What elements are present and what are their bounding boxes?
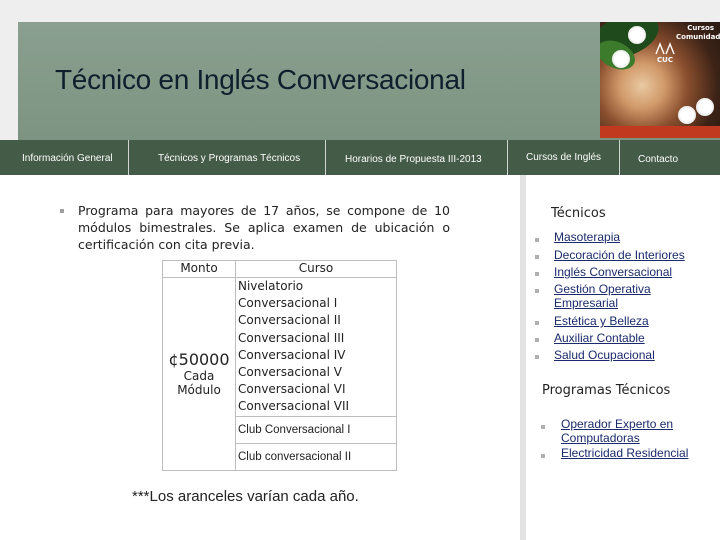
fees-table: Monto Curso ¢50000 Cada Módulo Nivelator… — [162, 260, 397, 471]
column-header-curso: Curso — [235, 260, 397, 278]
sidebar-link-auxiliar[interactable]: Auxiliar Contable — [554, 331, 719, 346]
program-description: Programa para mayores de 17 años, se com… — [60, 202, 450, 253]
nav-divider — [325, 140, 326, 175]
sidebar-separator — [520, 175, 526, 540]
price-amount: ¢50000 — [168, 349, 230, 369]
nav-contacto[interactable]: Contacto — [638, 154, 678, 165]
club-cell: Club Conversacional I — [235, 415, 397, 444]
program-description-text: Programa para mayores de 17 años, se com… — [78, 203, 450, 252]
nav-informacion-general[interactable]: Información General — [22, 153, 113, 164]
nav-divider — [619, 140, 620, 175]
photo-caption: Cursos Comunidad — [676, 24, 720, 42]
price-cell: ¢50000 Cada Módulo — [162, 277, 236, 471]
nav-tecnicos[interactable]: Técnicos y Programas Técnicos — [158, 153, 300, 164]
nav-divider — [507, 140, 508, 175]
sidebar-link-electricidad[interactable]: Electricidad Residencial — [561, 446, 716, 461]
bullet — [535, 238, 539, 242]
price-note-line-2: Módulo — [177, 382, 221, 397]
page-title: Técnico en Inglés Conversacional — [55, 64, 466, 95]
course-item: Nivelatorio — [238, 279, 304, 293]
sidebar-link-operador[interactable]: Operador Experto en Computadoras — [561, 417, 701, 445]
nav-cursos-ingles[interactable]: Cursos de Inglés — [526, 152, 601, 163]
course-item: Conversacional III — [238, 330, 345, 345]
bullet — [535, 338, 539, 342]
price-note-line-1: Cada — [183, 368, 215, 383]
sidebar-programas-title: Programas Técnicos — [542, 383, 671, 398]
bullet — [535, 321, 539, 325]
course-item: Conversacional VII — [238, 399, 350, 414]
column-header-monto: Monto — [162, 260, 236, 278]
bullet — [60, 209, 64, 213]
logo-text: CUC — [657, 56, 673, 64]
bullet — [541, 425, 545, 429]
nav-horarios[interactable]: Horarios de Propuesta III-2013 — [345, 154, 482, 165]
bullet — [535, 289, 539, 293]
photo-caption-line-1: Cursos — [687, 24, 714, 32]
nav-divider — [128, 140, 129, 175]
course-item: Conversacional I — [238, 296, 338, 311]
course-list-cell: Nivelatorio Conversacional I Conversacio… — [235, 277, 397, 417]
sidebar-link-masoterapia[interactable]: Masoterapia — [554, 230, 719, 245]
bullet — [535, 255, 539, 259]
sidebar-link-decoracion[interactable]: Decoración de Interiores — [554, 248, 719, 263]
sidebar-tecnicos-title: Técnicos — [551, 206, 606, 221]
sidebar-link-ingles[interactable]: Inglés Conversacional — [554, 265, 719, 280]
course-item: Conversacional VI — [238, 382, 346, 397]
course-item: Conversacional II — [238, 313, 341, 328]
sidebar-link-gestion[interactable]: Gestión Operativa Empresarial — [554, 282, 694, 310]
club-cell: Club conversacional II — [235, 442, 397, 471]
bullet — [535, 272, 539, 276]
photo-caption-line-2: Comunidad — [676, 33, 720, 41]
course-item: Conversacional IV — [238, 347, 346, 362]
bullet — [535, 355, 539, 359]
course-item: Conversacional V — [238, 365, 342, 380]
fees-note: ***Los aranceles varían cada año. — [132, 488, 359, 505]
sidebar-link-salud[interactable]: Salud Ocupacional — [554, 348, 719, 363]
bullet — [541, 454, 545, 458]
sidebar-link-estetica[interactable]: Estética y Belleza — [554, 314, 719, 329]
cuc-logo: CUC — [651, 42, 679, 64]
